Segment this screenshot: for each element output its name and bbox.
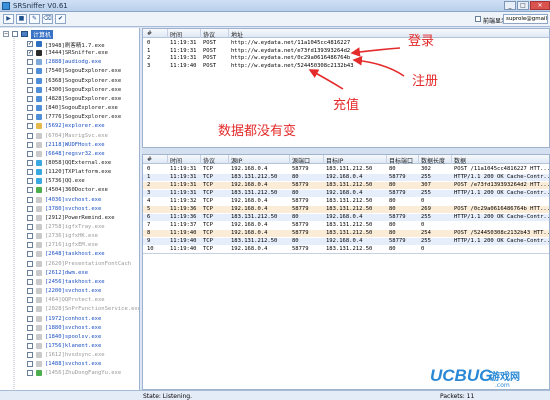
annotation-login: 登录 bbox=[408, 34, 435, 49]
annotation-recharge: 充值 bbox=[333, 98, 360, 113]
watermark-url: .com bbox=[495, 382, 510, 389]
arrow-register bbox=[352, 55, 405, 77]
watermark-logo: UCBUG bbox=[430, 366, 493, 385]
annotation-no-change: 数据都没有变 bbox=[218, 124, 297, 139]
arrow-login bbox=[350, 47, 401, 57]
status-bar: State: Listening. Packets: 11 bbox=[0, 390, 550, 400]
packet-count: Packets: 11 bbox=[440, 393, 475, 400]
status-text: State: Listening. bbox=[143, 393, 192, 400]
watermark-cn: 游戏网 bbox=[490, 372, 520, 383]
annotation-register: 注册 bbox=[412, 74, 439, 89]
arrow-recharge bbox=[308, 69, 344, 90]
annotation-arrows bbox=[308, 47, 405, 90]
